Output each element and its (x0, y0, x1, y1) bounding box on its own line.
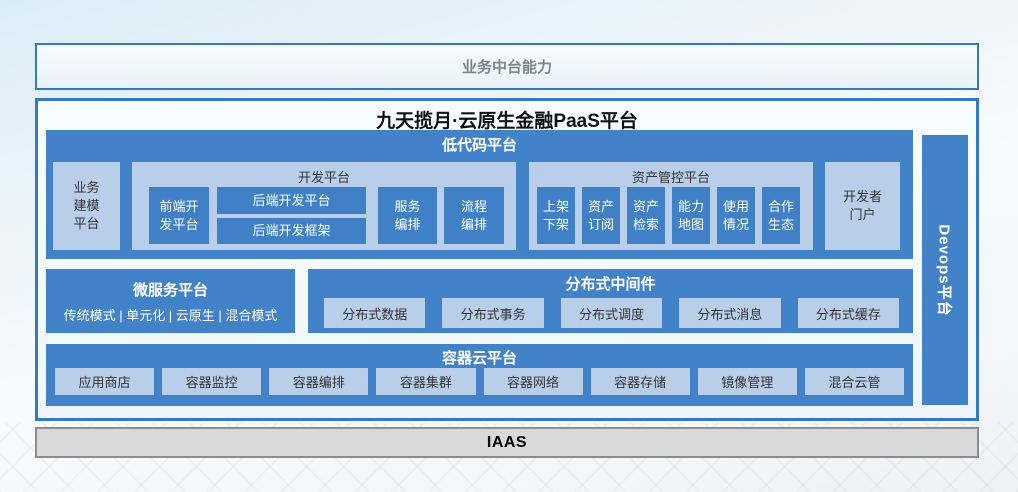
iaas-label: IAAS (487, 434, 527, 452)
usage-status-box: 使用 情况 (717, 187, 755, 244)
asset-on-off-shelf-box: 上架 下架 (537, 187, 575, 244)
container-storage-box: 容器存储 (591, 368, 690, 395)
distributed-scheduling-box: 分布式调度 (561, 298, 662, 328)
asset-search-box: 资产 检索 (627, 187, 665, 244)
capability-map-box: 能力 地图 (672, 187, 710, 244)
backend-dev-platform-box: 后端开发平台 (217, 187, 366, 214)
asset-control-title: 资产管控平台 (529, 162, 813, 186)
middleware-row: 分布式数据 分布式事务 分布式调度 分布式消息 分布式缓存 (324, 298, 899, 328)
distributed-middleware-block: 分布式中间件 分布式数据 分布式事务 分布式调度 分布式消息 分布式缓存 (308, 269, 913, 333)
distributed-data-box: 分布式数据 (324, 298, 425, 328)
container-cloud-title: 容器云平台 (46, 344, 913, 368)
container-cluster-box: 容器集群 (376, 368, 475, 395)
container-cloud-row: 应用商店 容器监控 容器编排 容器集群 容器网络 容器存储 镜像管理 混合云管 (55, 368, 904, 395)
app-store-box: 应用商店 (55, 368, 154, 395)
backend-dev-framework-box: 后端开发框架 (217, 218, 366, 244)
distributed-transaction-box: 分布式事务 (442, 298, 543, 328)
hybrid-cloud-management-box: 混合云管 (805, 368, 904, 395)
iaas-bar: IAAS (35, 427, 979, 458)
image-management-box: 镜像管理 (698, 368, 797, 395)
distributed-middleware-title: 分布式中间件 (308, 269, 913, 294)
container-network-box: 容器网络 (484, 368, 583, 395)
distributed-cache-box: 分布式缓存 (798, 298, 899, 328)
devops-platform-label: Devops平台 (935, 224, 956, 316)
business-modeling-platform-box: 业务 建模 平台 (53, 162, 120, 250)
cooperation-ecosystem-box: 合作 生态 (762, 187, 800, 244)
asset-subscription-box: 资产 订阅 (582, 187, 620, 244)
asset-control-panel: 资产管控平台 上架 下架 资产 订阅 资产 检索 能力 地图 使用 情况 合作 … (529, 162, 813, 250)
microservice-platform-block: 微服务平台 传统模式 | 单元化 | 云原生 | 混合模式 (46, 269, 295, 333)
low-code-platform-block: 低代码平台 业务 建模 平台 开发平台 前端开 发平台 后端开发平台 后端开发框… (46, 130, 913, 259)
low-code-platform-title: 低代码平台 (46, 130, 913, 155)
business-middle-platform-banner: 业务中台能力 (35, 43, 979, 90)
microservice-platform-title: 微服务平台 (46, 269, 295, 300)
service-orchestration-box: 服务 编排 (378, 187, 437, 244)
distributed-message-box: 分布式消息 (679, 298, 780, 328)
banner-label: 业务中台能力 (462, 56, 552, 77)
dev-platform-title: 开发平台 (132, 162, 516, 186)
process-orchestration-box: 流程 编排 (444, 187, 504, 244)
container-orchestration-box: 容器编排 (269, 368, 368, 395)
dev-platform-panel: 开发平台 前端开 发平台 后端开发平台 后端开发框架 服务 编排 流程 编排 (132, 162, 516, 250)
devops-platform-bar: Devops平台 (922, 135, 968, 405)
developer-portal-box: 开发者 门户 (825, 162, 900, 250)
frontend-dev-platform-box: 前端开 发平台 (149, 187, 209, 244)
paas-platform-container: 九天揽月·云原生金融PaaS平台 低代码平台 业务 建模 平台 开发平台 前端开… (35, 98, 979, 421)
container-cloud-platform-block: 容器云平台 应用商店 容器监控 容器编排 容器集群 容器网络 容器存储 镜像管理… (46, 344, 913, 406)
page: { "colors": { "border_blue": "#3579c4", … (0, 0, 1018, 492)
platform-title: 九天揽月·云原生金融PaaS平台 (38, 106, 976, 133)
microservice-modes-label: 传统模式 | 单元化 | 云原生 | 混合模式 (46, 305, 295, 324)
container-monitoring-box: 容器监控 (162, 368, 261, 395)
